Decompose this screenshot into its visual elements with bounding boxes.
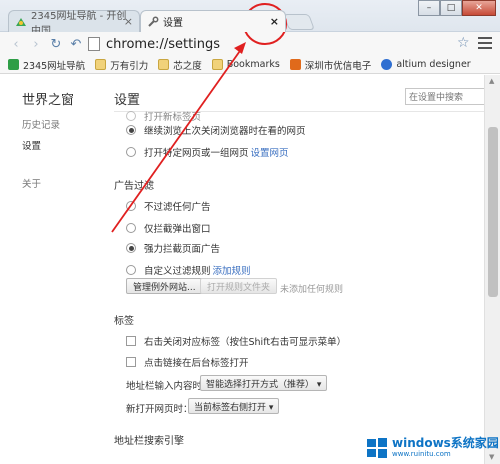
windows-logo-icon	[366, 437, 388, 459]
checkbox[interactable]	[126, 336, 136, 346]
checkbox[interactable]	[126, 357, 136, 367]
page-title: 设置	[114, 93, 141, 108]
sidebar-item-history[interactable]: 历史记录	[22, 117, 60, 131]
bookmark-xinzhidu[interactable]: 芯之度	[158, 58, 202, 72]
back-button[interactable]: ‹	[6, 34, 26, 54]
minimize-button[interactable]: –	[418, 0, 440, 16]
watermark: windows系统家园 www.ruinitu.com	[366, 432, 500, 464]
startup-option-continue[interactable]: 继续浏览上次关闭浏览器时在看的网页	[126, 123, 306, 137]
tab-settings[interactable]: 设置 ×	[140, 10, 286, 32]
startup-option-specific[interactable]: 打开特定网页或一组网页 设置网页	[126, 145, 289, 159]
close-tab-icon[interactable]: ×	[270, 15, 279, 28]
adblock-heading: 广告过滤	[114, 181, 154, 192]
new-page-position-select[interactable]: 当前标签右侧打开 ▾	[188, 398, 280, 414]
sidebar-item-about[interactable]: 关于	[22, 176, 41, 190]
bookmarks-bar: 2345网址导航 万有引力 芯之度 Bookmarks 深圳市优信电子 alti…	[0, 56, 500, 74]
add-rule-link[interactable]: 添加规则	[213, 263, 251, 277]
close-tab-icon[interactable]: ×	[124, 15, 133, 28]
bookmark-bookmarks[interactable]: Bookmarks	[211, 59, 280, 70]
bookmark-star-icon[interactable]: ☆	[457, 35, 470, 51]
radio-selected[interactable]	[126, 125, 136, 135]
watermark-url: www.ruinitu.com	[392, 450, 451, 458]
page-icon	[88, 37, 100, 51]
tabs-check-rightclick[interactable]: 右击关闭对应标签（按住Shift右击可显示菜单）	[126, 334, 346, 348]
sidebar-item-settings[interactable]: 设置	[22, 138, 41, 152]
addr-input-label: 地址栏输入内容时：	[126, 381, 212, 392]
radio[interactable]	[126, 111, 136, 121]
reload-button[interactable]: ↻	[46, 34, 66, 54]
bookmark-altium[interactable]: altium designer	[381, 59, 471, 70]
radio[interactable]	[126, 265, 136, 275]
set-pages-link[interactable]: 设置网页	[251, 145, 289, 159]
new-page-label: 新打开网页时：	[126, 404, 193, 415]
altium-icon	[381, 59, 393, 70]
2345-favicon-icon	[15, 16, 27, 28]
adblock-option-custom[interactable]: 自定义过滤规则 添加规则	[126, 263, 251, 277]
bookmark-youxin[interactable]: 深圳市优信电子	[289, 58, 371, 72]
2345-icon	[8, 59, 19, 70]
startup-option-newtab[interactable]: 打开新标签页	[126, 109, 201, 123]
adblock-option-popups[interactable]: 仅拦截弹出窗口	[126, 221, 211, 235]
tabs-check-background[interactable]: 点击链接在后台标签打开	[126, 355, 249, 369]
scrollbar[interactable]: ▲ ▼	[484, 75, 500, 464]
folder-icon	[211, 59, 223, 70]
tab-2345[interactable]: 2345网址导航 - 开创中国 ×	[8, 10, 140, 37]
forward-button[interactable]: ›	[26, 34, 46, 54]
bookmark-2345[interactable]: 2345网址导航	[8, 58, 85, 72]
adblock-option-strong[interactable]: 强力拦截页面广告	[126, 241, 220, 255]
open-rules-folder-button[interactable]: 打开规则文件夹	[200, 278, 278, 294]
menu-icon[interactable]	[478, 37, 492, 52]
url-text: chrome://settings	[106, 36, 221, 52]
radio[interactable]	[126, 223, 136, 233]
toolbar: ‹ › ↻ ↶ chrome://settings ☆	[0, 32, 500, 56]
window-controls: – □ ✕	[418, 0, 496, 16]
search-engine-heading: 地址栏搜索引擎	[114, 436, 184, 447]
adblock-option-none[interactable]: 不过滤任何广告	[126, 199, 211, 213]
radio-selected[interactable]	[126, 243, 136, 253]
maximize-button[interactable]: □	[440, 0, 462, 16]
radio[interactable]	[126, 201, 136, 211]
manage-exceptions-button[interactable]: 管理例外网站...	[126, 278, 203, 294]
radio[interactable]	[126, 147, 136, 157]
new-tab-button[interactable]	[283, 14, 315, 30]
close-window-button[interactable]: ✕	[462, 0, 496, 16]
wrench-icon	[147, 16, 159, 28]
folder-icon	[95, 59, 107, 70]
sidebar-title: 世界之窗	[22, 93, 75, 108]
tabs-heading: 标签	[114, 316, 134, 327]
tab-label: 设置	[163, 18, 183, 29]
youxin-icon	[289, 59, 301, 70]
scroll-up-icon[interactable]: ▲	[489, 77, 494, 85]
address-bar[interactable]: chrome://settings	[88, 34, 456, 54]
title-bar: 2345网址导航 - 开创中国 × 设置 × – □ ✕	[0, 0, 500, 37]
watermark-brand: windows系统家园	[392, 436, 499, 450]
settings-main: 设置 打开新标签页 继续浏览上次关闭浏览器时在看的网页 打开特定网页或一组网页 …	[100, 75, 484, 464]
bookmark-wanyouyinli[interactable]: 万有引力	[95, 58, 148, 72]
settings-search-input[interactable]	[405, 88, 484, 105]
addr-open-mode-select[interactable]: 智能选择打开方式（推荐） ▾	[200, 375, 328, 391]
sidebar: 世界之窗 历史记录 设置 关于	[0, 75, 100, 464]
scroll-thumb[interactable]	[488, 127, 498, 297]
folder-icon	[158, 59, 170, 70]
no-rules-text: 未添加任何规则	[280, 285, 344, 295]
undo-button[interactable]: ↶	[66, 34, 86, 54]
